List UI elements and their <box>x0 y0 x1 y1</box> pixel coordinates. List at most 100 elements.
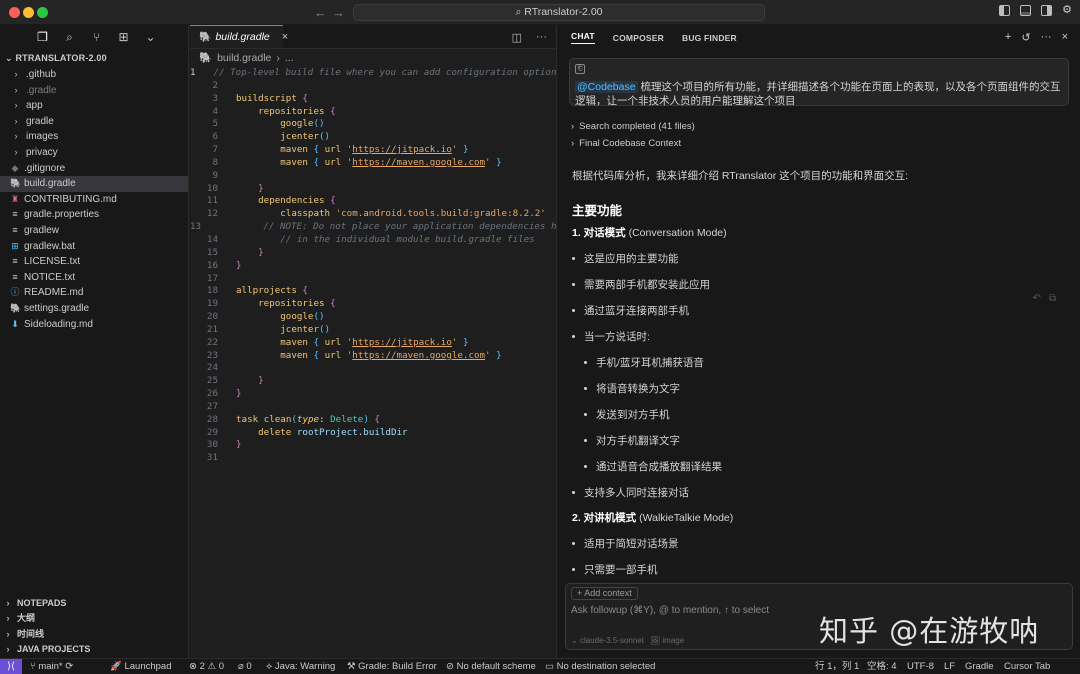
minimize-window-button[interactable] <box>23 7 34 18</box>
tab-build-gradle[interactable]: 🐘 build.gradle × <box>190 25 288 48</box>
history-icon[interactable]: ↺ <box>1021 31 1030 44</box>
close-icon[interactable]: × <box>282 31 288 43</box>
command-center[interactable]: ⌕ RTranslator-2.00 <box>353 4 765 21</box>
codebase-context-toggle[interactable]: › Final Codebase Context <box>571 138 681 149</box>
language-mode[interactable]: Gradle <box>965 659 994 674</box>
problems-indicator[interactable]: ⊗ 2 ⚠ 0 <box>189 659 224 674</box>
rocket-icon: 🚀 <box>110 661 125 672</box>
toggle-secondary-sidebar-icon[interactable] <box>1041 5 1053 16</box>
code-editor[interactable]: 1// Top-level build file where you can a… <box>190 67 573 465</box>
extensions-icon[interactable]: ⊞ <box>117 31 130 44</box>
model-selector[interactable]: ⌄ claude-3.5-sonnet <box>571 636 644 645</box>
followup-input[interactable]: Ask followup (⌘Y), @ to mention, ↑ to se… <box>571 605 769 616</box>
file-item[interactable]: ◆ .gitignore <box>0 161 188 177</box>
image-attachment-icon[interactable]: ⎗ <box>575 64 585 74</box>
file-item[interactable]: ≡ LICENSE.txt <box>0 254 188 270</box>
file-item[interactable]: ⓘ README.md <box>0 285 188 301</box>
explorer-root-title[interactable]: ⌄ RTRANSLATOR-2.00 <box>0 50 188 67</box>
forward-arrow-icon[interactable]: → <box>332 5 345 20</box>
folder-item[interactable]: › app <box>0 98 188 114</box>
tree-item-label: README.md <box>24 287 84 299</box>
title-bar: ← → ⌕ RTranslator-2.00 ⚙ <box>0 0 1080 25</box>
file-item[interactable]: ≡ NOTICE.txt <box>0 270 188 286</box>
chevron-right-icon: › <box>6 613 10 624</box>
window-title: RTranslator-2.00 <box>524 6 603 18</box>
list-item: 将语音转换为文字 <box>584 383 680 395</box>
tree-item-label: Sideloading.md <box>24 318 93 330</box>
section-notepads[interactable]: › NOTEPADS <box>0 596 188 612</box>
toggle-sidebar-icon[interactable] <box>999 5 1011 16</box>
back-arrow-icon[interactable]: ← <box>314 5 327 20</box>
tab-composer[interactable]: COMPOSER <box>613 33 664 43</box>
java-status[interactable]: ⟡ Java: Warning <box>266 659 335 674</box>
gradle-status[interactable]: ⚒ Gradle: Build Error <box>347 659 437 674</box>
chevron-right-icon: › <box>14 69 18 79</box>
chevron-right-icon: › <box>6 597 10 608</box>
source-control-icon[interactable]: ⑂ <box>90 31 103 44</box>
list-item: 需要两部手机都安装此应用 <box>572 279 710 291</box>
gradle-icon: 🐘 <box>10 178 22 189</box>
close-window-button[interactable] <box>9 7 20 18</box>
toggle-panel-icon[interactable] <box>1020 5 1032 16</box>
tab-chat[interactable]: CHAT <box>571 31 595 44</box>
scheme-selector[interactable]: ⊘ No default scheme <box>446 659 536 674</box>
gitignore-icon: ◆ <box>11 162 19 173</box>
folder-item[interactable]: › gradle <box>0 114 188 130</box>
undo-icon[interactable]: ↶ <box>1032 293 1040 304</box>
copy-icon[interactable]: ⧉ <box>1049 293 1056 304</box>
chevron-right-icon: › <box>571 138 575 149</box>
text-file-icon: ≡ <box>12 256 18 267</box>
destination-selector[interactable]: ▭ No destination selected <box>545 659 655 674</box>
search-completed-toggle[interactable]: › Search completed (41 files) <box>571 121 695 132</box>
warning-icon: ⚠ <box>207 661 219 672</box>
breadcrumb-file[interactable]: build.gradle <box>217 49 271 67</box>
ports-indicator[interactable]: ⌀ 0 <box>238 659 252 674</box>
cursor-tab-status[interactable]: Cursor Tab <box>1004 659 1050 674</box>
file-item[interactable]: ⬇ Sideloading.md <box>0 317 188 333</box>
explorer-files-icon[interactable]: ❐ <box>36 31 49 44</box>
tree-item-label: images <box>26 131 59 143</box>
file-item[interactable]: ♜ CONTRIBUTING.md <box>0 192 188 208</box>
file-item[interactable]: 🐘 build.gradle <box>0 176 188 192</box>
properties-icon: ≡ <box>12 209 18 220</box>
file-item[interactable]: ≡ gradle.properties <box>0 207 188 223</box>
folder-item[interactable]: › .github <box>0 67 188 83</box>
branch-indicator[interactable]: ⑂ main* ⟳ <box>30 659 73 674</box>
more-options-icon[interactable]: ··· <box>1041 31 1052 44</box>
cursor-position[interactable]: 行 1，列 1 <box>815 659 859 674</box>
section-outline[interactable]: › 大纲 <box>0 611 188 627</box>
maximize-window-button[interactable] <box>37 7 48 18</box>
user-prompt-message[interactable]: ⎗ @Codebase 梳理这个项目的所有功能，并详细描述各个功能在页面上的表现… <box>569 58 1069 107</box>
remote-indicator-icon[interactable]: ⟩⟨ <box>0 659 22 674</box>
close-icon[interactable]: × <box>1062 31 1068 44</box>
tab-bug-finder[interactable]: BUG FINDER <box>682 33 737 43</box>
gradle-icon: 🐘 <box>199 52 213 64</box>
folder-item[interactable]: › privacy <box>0 145 188 161</box>
search-icon[interactable]: ⌕ <box>63 31 76 44</box>
more-actions-icon[interactable]: ··· <box>536 31 547 44</box>
settings-gear-icon[interactable]: ⚙ <box>1062 5 1072 16</box>
tree-item-label: app <box>26 100 43 112</box>
folder-item[interactable]: › images <box>0 129 188 145</box>
new-chat-icon[interactable]: + <box>1005 31 1011 44</box>
indentation[interactable]: 空格: 4 <box>867 659 897 674</box>
file-item[interactable]: ≡ gradlew <box>0 223 188 239</box>
split-editor-icon[interactable]: ◫ <box>512 31 522 44</box>
watermark: 知乎 @在游牧呐 <box>819 614 1040 648</box>
breadcrumb-symbol[interactable]: ... <box>285 49 294 67</box>
tree-item-label: privacy <box>26 146 58 158</box>
tree-item-label: gradlew <box>24 224 60 236</box>
gradle-icon: ⚒ <box>347 661 359 672</box>
folder-item[interactable]: › .gradle <box>0 83 188 99</box>
add-context-button[interactable]: + Add context <box>571 587 638 600</box>
section-timeline[interactable]: › 时间线 <box>0 627 188 643</box>
tree-item-label: CONTRIBUTING.md <box>24 193 117 205</box>
section-java-projects[interactable]: › JAVA PROJECTS <box>0 642 188 658</box>
image-button[interactable]: 🖼 image <box>650 636 684 645</box>
encoding[interactable]: UTF-8 <box>907 659 934 674</box>
file-item[interactable]: 🐘 settings.gradle <box>0 301 188 317</box>
file-item[interactable]: ⊞ gradlew.bat <box>0 239 188 255</box>
launchpad-button[interactable]: 🚀 Launchpad <box>110 659 172 674</box>
chevron-down-icon[interactable]: ⌄ <box>144 31 157 44</box>
line-ending[interactable]: LF <box>944 659 955 674</box>
